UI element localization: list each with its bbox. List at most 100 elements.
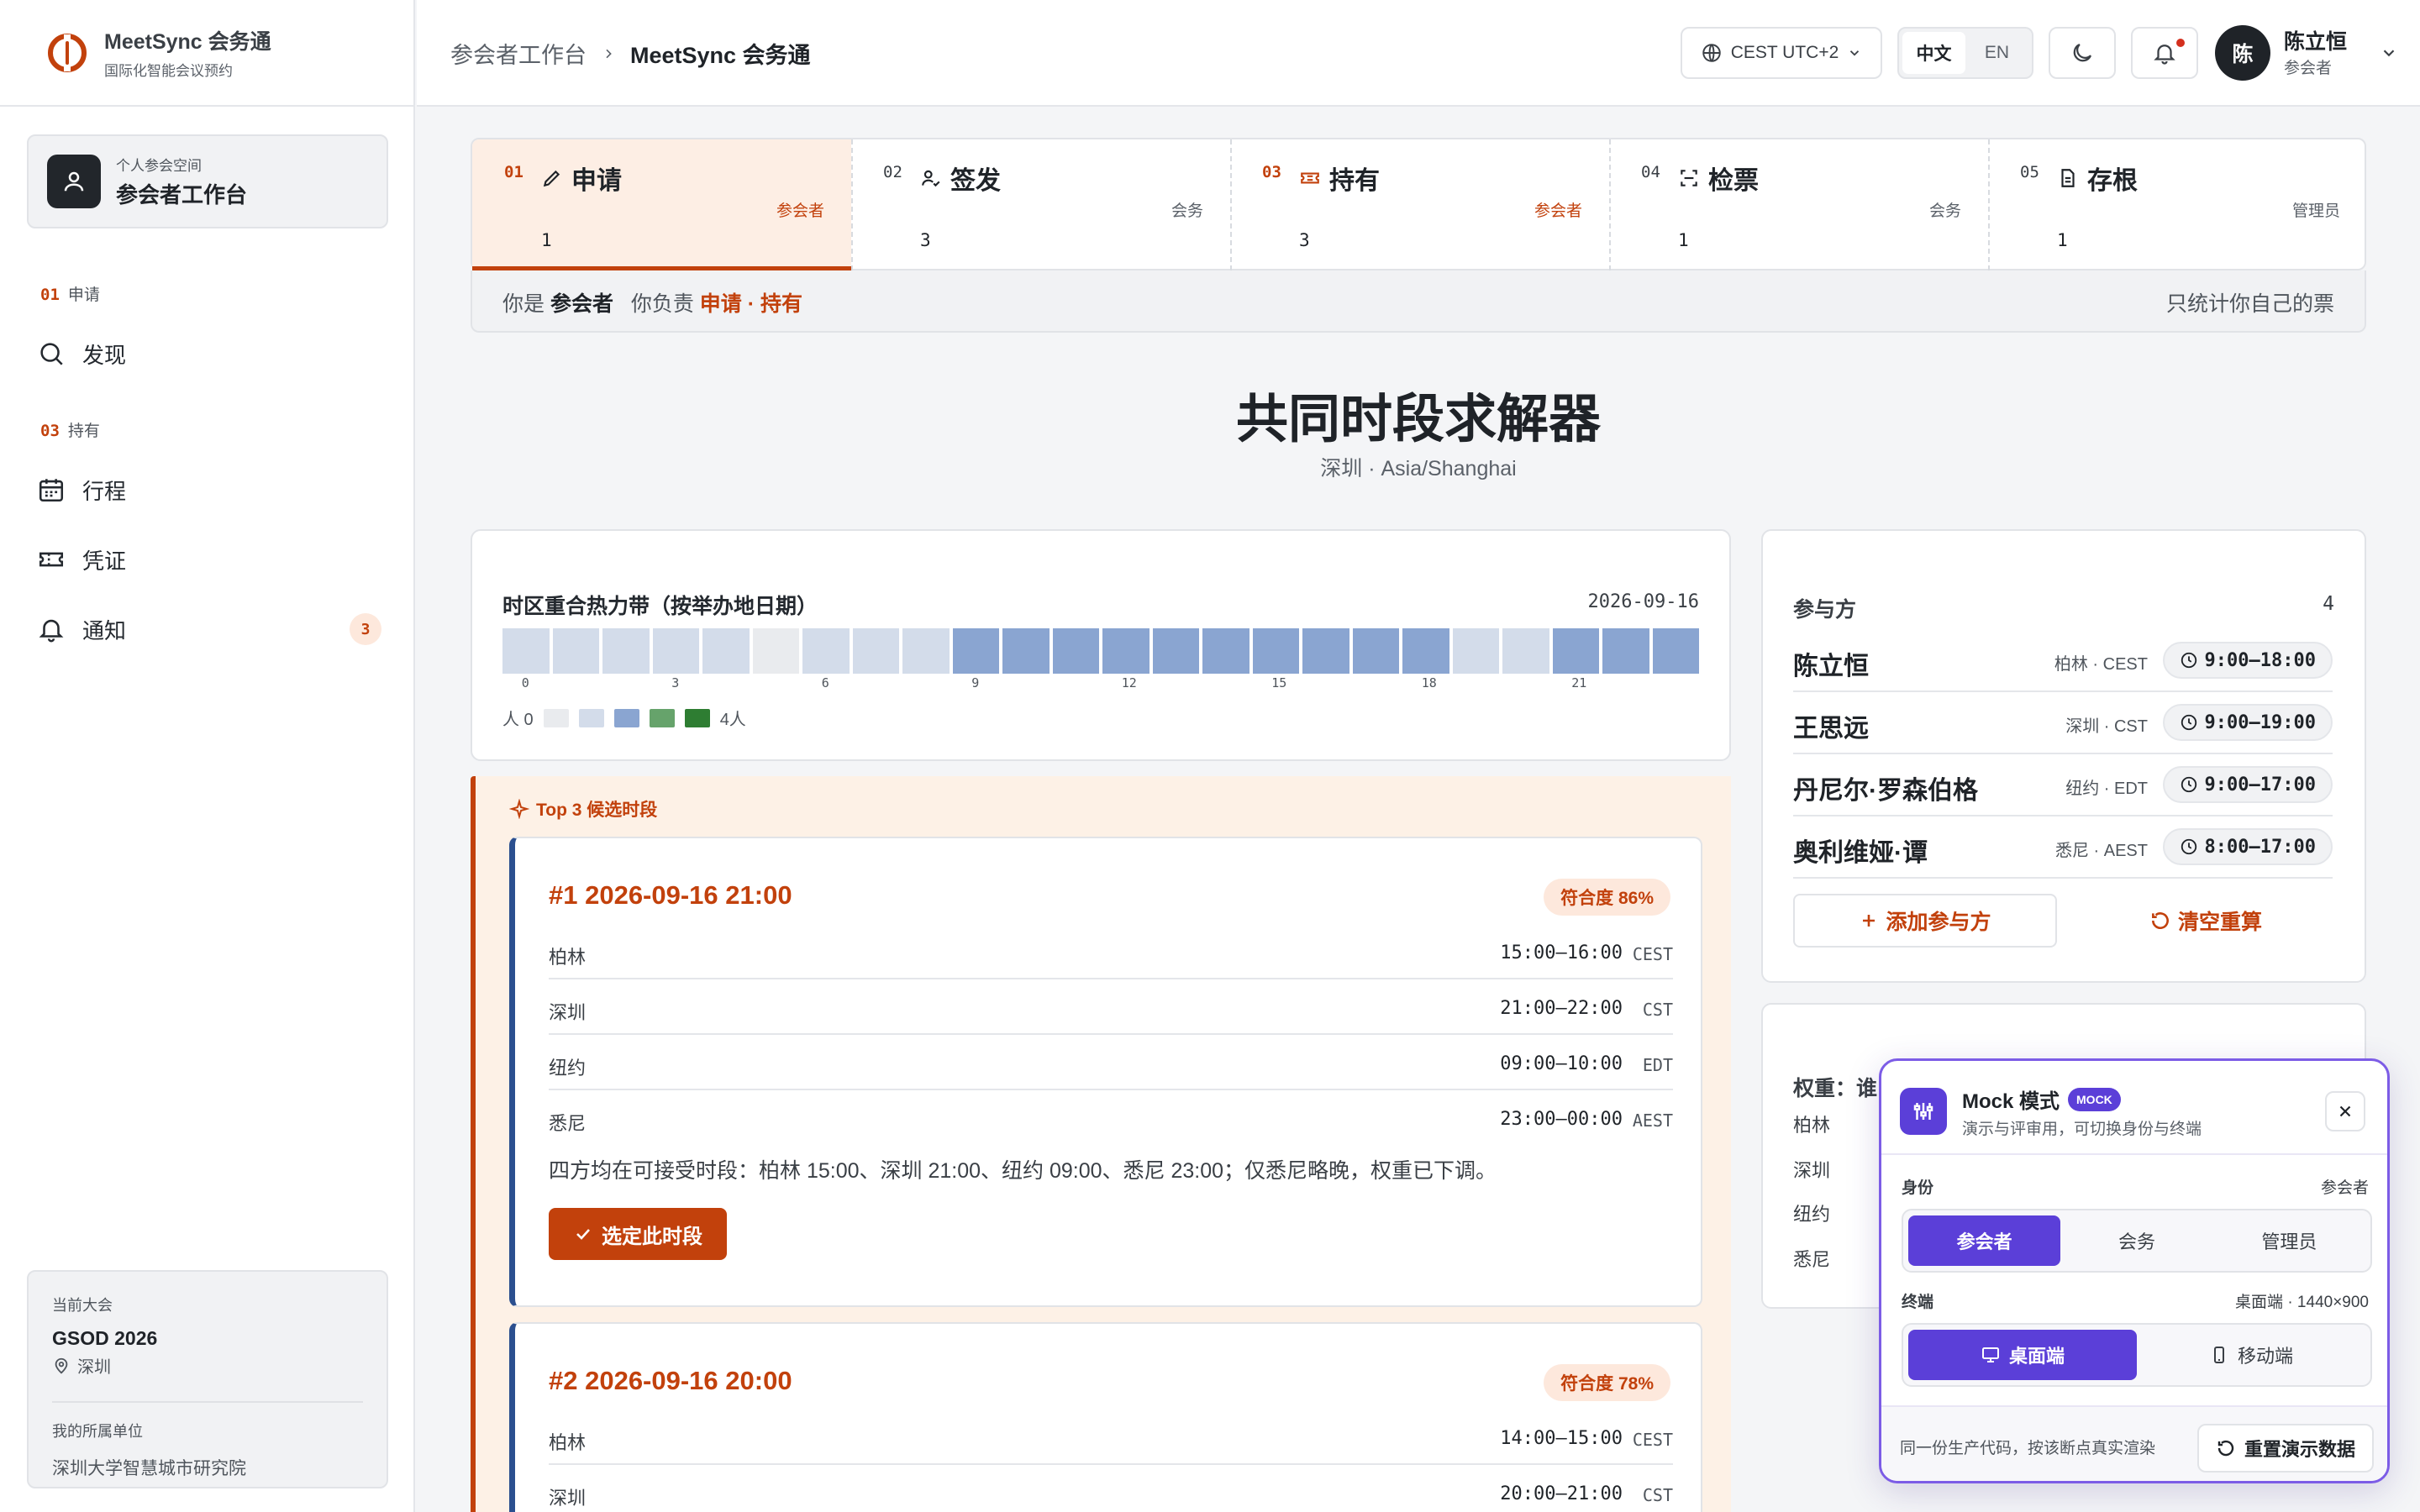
participant-row[interactable]: 丹尼尔·罗森伯格 纽约 · EDT 9:00–17:00 <box>1793 754 2333 816</box>
candidate-slot[interactable]: #2 2026-09-16 20:00 符合度 78% 柏林 14:00–15:… <box>509 1322 1702 1512</box>
candidate-slot[interactable]: #1 2026-09-16 21:00 符合度 86% 柏林 15:00–16:… <box>509 837 1702 1307</box>
sidebar-item-credentials[interactable]: 凭证 <box>37 536 381 583</box>
lang-en-button[interactable]: EN <box>1965 32 2028 74</box>
heatmap-cell[interactable] <box>1452 628 1499 674</box>
heatmap-cell[interactable] <box>602 628 650 674</box>
slot-title: #2 2026-09-16 20:00 <box>549 1366 792 1395</box>
role-note: 只统计你自己的票 <box>2165 292 2334 316</box>
reset-demo-button[interactable]: 重置演示数据 <box>2196 1424 2374 1473</box>
sidebar-item-notifications[interactable]: 通知 3 <box>37 606 381 653</box>
step-title: 持有 <box>1299 160 1380 197</box>
step-count: 1 <box>2057 230 2068 250</box>
user-name[interactable]: 陈立恒 <box>2284 25 2347 55</box>
top-bar: 参会者工作台 MeetSync 会务通 CEST UTC+2 中文 EN 陈 陈… <box>417 0 2420 107</box>
sidebar-item-itinerary[interactable]: 行程 <box>37 466 381 513</box>
legend-swatch <box>613 708 639 727</box>
search-icon <box>40 343 63 365</box>
participant-row[interactable]: 奥利维娅·谭 悉尼 · AEST 8:00–17:00 <box>1793 816 2333 879</box>
select-slot-button[interactable]: 选定此时段 <box>549 1208 727 1260</box>
step-check[interactable]: 04 检票 会务 1 <box>1609 139 1988 270</box>
event-city: 深圳 <box>77 1358 111 1377</box>
brand[interactable]: MeetSync 会务通 国际化智能会议预约 <box>0 0 413 107</box>
fit-badge: 符合度 78% <box>1544 1364 1670 1401</box>
step-title-text: 检票 <box>1708 167 1759 195</box>
identity-staff-button[interactable]: 会务 <box>2060 1215 2212 1266</box>
step-title: 签发 <box>920 160 1001 197</box>
terminal-mobile-button[interactable]: 移动端 <box>2137 1330 2365 1380</box>
heatmap-cell[interactable] <box>1602 628 1649 674</box>
legend-swatches <box>543 708 720 727</box>
heatmap-cell[interactable] <box>1102 628 1150 674</box>
slot-time: 09:00–10:00 <box>1500 1053 1623 1074</box>
step-title: 存根 <box>2057 160 2138 197</box>
legend-start: 人 0 <box>502 711 534 729</box>
workspace-small: 个人参会空间 <box>116 158 202 174</box>
plus-icon <box>1863 915 1876 927</box>
participant-row[interactable]: 王思远 深圳 · CST 9:00–19:00 <box>1793 692 2333 754</box>
lang-zh-button[interactable]: 中文 <box>1902 32 1965 74</box>
brand-name: MeetSync 会务通 <box>104 30 271 54</box>
participant-hours[interactable]: 8:00–17:00 <box>2162 828 2333 865</box>
heatmap-cell[interactable] <box>1552 628 1599 674</box>
heatmap-cell[interactable] <box>952 628 999 674</box>
legend-swatch <box>649 708 675 727</box>
heatmap-cell[interactable] <box>852 628 899 674</box>
heatmap-cell[interactable] <box>1402 628 1449 674</box>
avatar[interactable]: 陈 <box>2215 25 2270 81</box>
terminal-desktop-button[interactable]: 桌面端 <box>1908 1330 2137 1380</box>
heatmap-cell[interactable] <box>902 628 950 674</box>
heatmap-cell[interactable] <box>1352 628 1399 674</box>
slot-city: 纽约 <box>549 1058 587 1079</box>
event-name: GSOD 2026 <box>52 1327 158 1349</box>
heatmap-cell[interactable] <box>702 628 750 674</box>
duty-prefix: 你负责 <box>630 292 694 316</box>
sidebar-item-discover[interactable]: 发现 <box>37 330 381 377</box>
nav-section-label: 持有 <box>67 423 100 440</box>
slot-title: #1 2026-09-16 21:00 <box>549 880 792 910</box>
identity-attendee-button[interactable]: 参会者 <box>1908 1215 2061 1266</box>
breadcrumb-item[interactable]: 参会者工作台 <box>450 37 587 70</box>
weights-title: 权重：谁 <box>1793 1077 1878 1100</box>
participant-row[interactable]: 陈立恒 柏林 · CEST 9:00–18:00 <box>1793 630 2333 692</box>
heatmap-cell[interactable] <box>1202 628 1249 674</box>
user-role: 参会者 <box>2284 60 2333 77</box>
breadcrumb-current: MeetSync 会务通 <box>630 43 811 68</box>
clear-recalc-button[interactable]: 清空重算 <box>2149 894 2262 948</box>
add-participant-button[interactable]: 添加参与方 <box>1793 894 2057 948</box>
heatmap-cell[interactable] <box>1302 628 1349 674</box>
participant-hours[interactable]: 9:00–18:00 <box>2162 642 2333 679</box>
identity-admin-button[interactable]: 管理员 <box>2213 1215 2365 1266</box>
heatmap-cell[interactable] <box>652 628 699 674</box>
close-button[interactable] <box>2325 1091 2365 1131</box>
heatmap-cell[interactable] <box>1652 628 1699 674</box>
step-stub[interactable]: 05 存根 管理员 1 <box>1988 139 2367 270</box>
heatmap-cell[interactable] <box>752 628 799 674</box>
notifications-button[interactable] <box>2131 27 2198 79</box>
heatmap-cell[interactable] <box>1152 628 1199 674</box>
moon-icon <box>2073 43 2092 62</box>
slot-time: 15:00–16:00 <box>1500 942 1623 963</box>
step-role: 管理员 <box>2291 202 2340 220</box>
workspace-card[interactable]: 个人参会空间 参会者工作台 <box>27 134 388 228</box>
nav-section-apply: 01 申请 <box>40 282 100 305</box>
step-issue[interactable]: 02 签发 会务 3 <box>851 139 1230 270</box>
heatmap-cell[interactable] <box>552 628 599 674</box>
chevron-down-icon[interactable] <box>2380 44 2398 62</box>
heatmap-cell[interactable] <box>1502 628 1549 674</box>
participant-hours[interactable]: 9:00–19:00 <box>2162 704 2333 741</box>
step-hold[interactable]: 03 持有 参会者 3 <box>1230 139 1609 270</box>
theme-toggle-button[interactable] <box>2049 27 2116 79</box>
heatmap-tick: 21 <box>1571 675 1587 690</box>
heatmap-cell[interactable] <box>1052 628 1099 674</box>
participant-hours[interactable]: 9:00–17:00 <box>2162 766 2333 803</box>
heatmap-cell[interactable] <box>802 628 850 674</box>
fit-badge: 符合度 86% <box>1544 879 1670 916</box>
slot-time-row: 柏林 14:00–15:00 CEST <box>549 1410 1673 1465</box>
legend-swatch <box>684 708 710 727</box>
step-apply[interactable]: 01 申请 参会者 1 <box>472 139 851 270</box>
heatmap-cell[interactable] <box>1252 628 1299 674</box>
step-role: 参会者 <box>776 202 824 220</box>
heatmap-cell[interactable] <box>502 628 550 674</box>
heatmap-cell[interactable] <box>1002 628 1050 674</box>
timezone-select[interactable]: CEST UTC+2 <box>1681 27 1882 79</box>
